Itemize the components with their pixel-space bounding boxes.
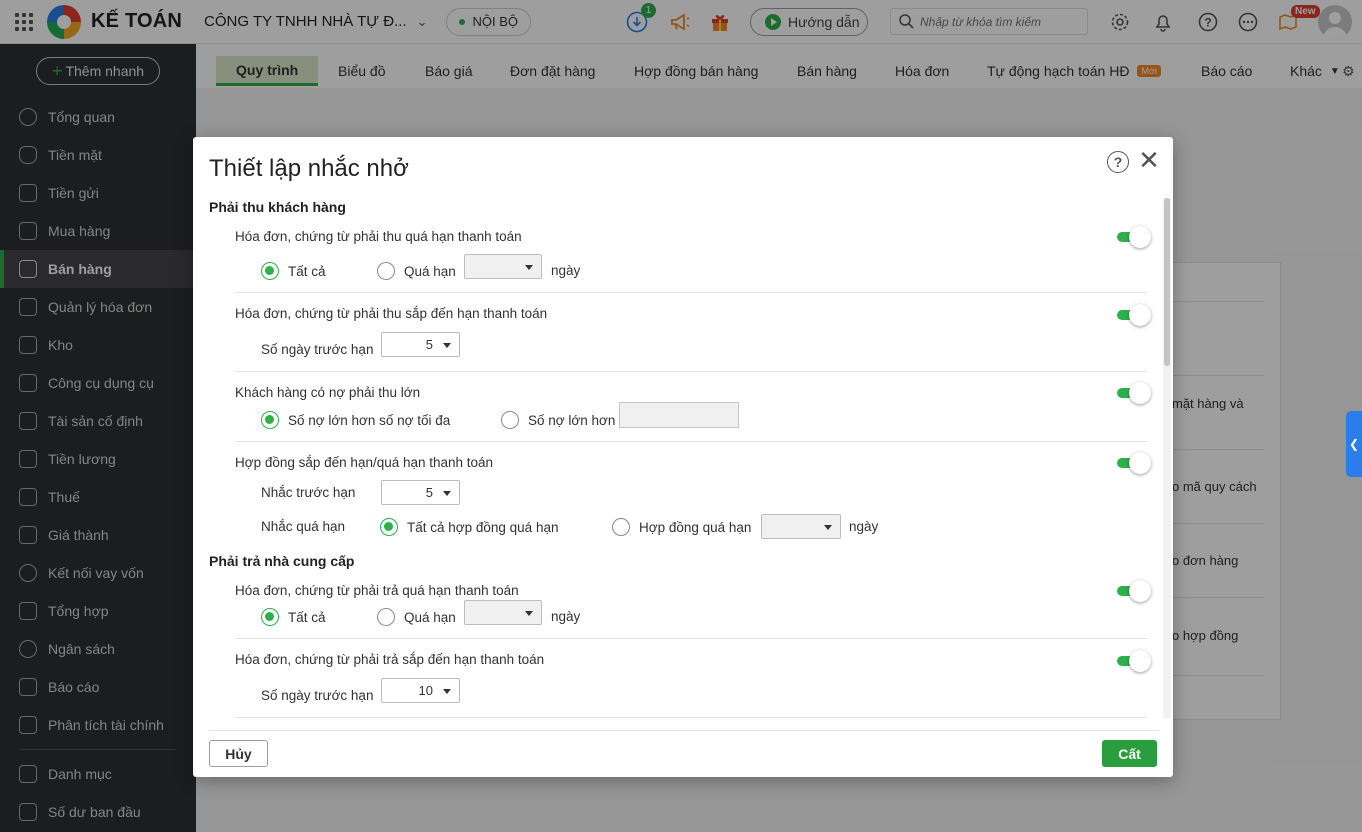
days-before-label: Số ngày trước hạn [261,688,374,703]
remind-before-label: Nhắc trước hạn [261,485,356,500]
chevron-left-icon: ❮ [1348,437,1360,451]
dialog-scrollbar[interactable] [1163,198,1171,718]
reminder-large-debt-title: Khách hàng có nợ phải thu lớn [235,385,421,400]
days-before-label: Số ngày trước hạn [261,342,374,357]
receivable-overdue-days-radio[interactable]: Quá hạn [377,262,456,280]
all-contracts-overdue-radio[interactable]: Tất cả hợp đồng quá hạn [380,518,558,536]
caret-down-icon [525,611,533,616]
debt-exceeds-max-radio[interactable]: Số nợ lớn hơn số nợ tối đa [261,411,450,429]
radio-label: Tất cả [288,609,326,625]
select-value: 10 [418,683,433,698]
remind-overdue-label: Nhắc quá hạn [261,519,346,534]
radio-label: Quá hạn [404,263,456,279]
radio-label: Tất cả [288,263,326,279]
help-icon[interactable]: ? [1107,151,1129,173]
debt-greater-than-input[interactable] [619,402,739,428]
dialog-title: Thiết lập nhắc nhở [209,155,409,182]
contract-remind-before-select[interactable]: 5 [381,480,460,505]
side-panel-toggle[interactable]: ❮ [1346,411,1362,477]
receivable-overdue-days-select[interactable] [464,254,542,279]
unit-label: ngày [551,263,581,278]
caret-down-icon [525,265,533,270]
payable-overdue-all-radio[interactable]: Tất cả [261,608,326,626]
reminder-contract-due-toggle[interactable] [1117,452,1151,474]
contract-overdue-days-select[interactable] [761,514,841,539]
radio-label: Số nợ lớn hơn số nợ tối đa [288,412,451,428]
select-value: 5 [425,485,433,500]
select-value: 5 [425,337,433,352]
reminder-payable-due-soon-title: Hóa đơn, chứng từ phải trả sắp đến hạn t… [235,652,545,667]
caret-down-icon [443,689,451,694]
reminder-contract-due-title: Hợp đồng sắp đến hạn/quá hạn thanh toán [235,455,494,470]
section-payable-title: Phải trả nhà cung cấp [209,553,355,569]
radio-label: Hợp đồng quá hạn [639,519,752,535]
payable-days-before-select[interactable]: 10 [381,678,460,703]
reminder-payable-due-soon-toggle[interactable] [1117,650,1151,672]
dialog-body: Phải thu khách hàng Hóa đơn, chứng từ ph… [193,195,1173,733]
debt-greater-than-radio[interactable]: Số nợ lớn hơn [501,411,615,429]
unit-label: ngày [551,609,581,624]
reminder-payable-overdue-toggle[interactable] [1117,580,1151,602]
contract-overdue-days-radio[interactable]: Hợp đồng quá hạn [612,518,751,536]
dialog-footer: Hủy Cất [193,730,1173,777]
save-button[interactable]: Cất [1102,740,1157,767]
reminder-settings-dialog: Thiết lập nhắc nhở ? ✕ Phải thu khách hà… [193,137,1173,777]
scrollbar-thumb[interactable] [1164,198,1170,366]
caret-down-icon [443,343,451,348]
receivable-days-before-select[interactable]: 5 [381,332,460,357]
receivable-overdue-all-radio[interactable]: Tất cả [261,262,326,280]
radio-label: Quá hạn [404,609,456,625]
radio-label: Tất cả hợp đồng quá hạn [407,519,559,535]
reminder-large-debt-toggle[interactable] [1117,382,1151,404]
reminder-payable-overdue-title: Hóa đơn, chứng từ phải trả quá hạn thanh… [235,583,519,598]
reminder-receivable-overdue-title: Hóa đơn, chứng từ phải thu quá hạn thanh… [235,229,522,244]
payable-overdue-days-select[interactable] [464,600,542,625]
caret-down-icon [824,525,832,530]
cancel-button[interactable]: Hủy [209,740,268,767]
reminder-receivable-due-soon-toggle[interactable] [1117,304,1151,326]
reminder-receivable-due-soon-title: Hóa đơn, chứng từ phải thu sắp đến hạn t… [235,306,548,321]
radio-label: Số nợ lớn hơn [528,412,616,428]
section-receivable-title: Phải thu khách hàng [209,199,346,215]
caret-down-icon [443,491,451,496]
reminder-receivable-overdue-toggle[interactable] [1117,226,1151,248]
unit-label: ngày [849,519,879,534]
payable-overdue-days-radio[interactable]: Quá hạn [377,608,456,626]
close-icon[interactable]: ✕ [1138,147,1160,173]
